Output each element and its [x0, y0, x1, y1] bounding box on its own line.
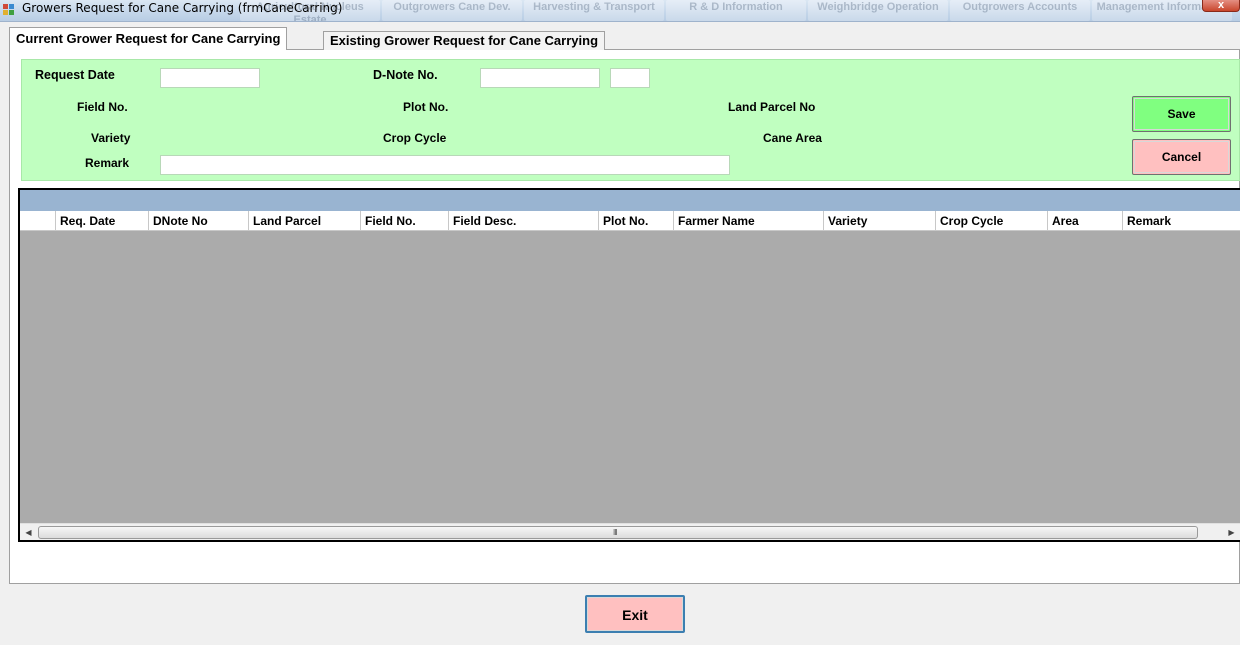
column-header-remark[interactable]: Remark [1122, 211, 1240, 231]
dnote-extra-input[interactable] [610, 68, 650, 88]
column-header-farmer-name[interactable]: Farmer Name [673, 211, 823, 231]
background-menu-item: Outgrowers Cane Dev. [382, 0, 522, 21]
scroll-right-arrow-icon[interactable]: ▶ [1223, 524, 1240, 541]
column-header-crop-cycle[interactable]: Crop Cycle [935, 211, 1047, 231]
cancel-button[interactable]: Cancel [1132, 139, 1231, 175]
column-header-area[interactable]: Area [1047, 211, 1122, 231]
dnote-label: D-Note No. [373, 68, 438, 82]
close-button[interactable]: x [1202, 0, 1240, 12]
background-menu-item: R & D Information [666, 0, 806, 21]
cane-area-label: Cane Area [763, 131, 822, 145]
background-menu-item: Harvesting & Transport [524, 0, 664, 21]
request-date-input[interactable] [160, 68, 260, 88]
scroll-grip-icon: III [613, 528, 618, 537]
request-date-label: Request Date [35, 68, 115, 82]
exit-button[interactable]: Exit [585, 595, 685, 633]
window-titlebar: Agricultural Nucleus Estate Outgrowers C… [0, 0, 1240, 22]
remark-label: Remark [85, 156, 130, 170]
close-icon: x [1217, 0, 1225, 11]
column-header-field-desc[interactable]: Field Desc. [448, 211, 598, 231]
background-menu-item: Weighbridge Operation [808, 0, 948, 21]
land-parcel-label: Land Parcel No [728, 100, 816, 114]
variety-label: Variety [91, 131, 131, 145]
tab-current-request[interactable]: Current Grower Request for Cane Carrying [9, 27, 288, 50]
background-menu-item: Outgrowers Accounts [950, 0, 1090, 21]
row-header-corner[interactable] [20, 211, 55, 231]
app-icon [3, 4, 17, 18]
grid-top-band [20, 190, 1240, 211]
column-header-field-no[interactable]: Field No. [360, 211, 448, 231]
scrollbar-thumb[interactable]: III [38, 526, 1198, 539]
tab-existing-request[interactable]: Existing Grower Request for Cane Carryin… [323, 31, 606, 50]
column-header-req-date[interactable]: Req. Date [55, 211, 148, 231]
column-header-variety[interactable]: Variety [823, 211, 935, 231]
remark-input[interactable] [160, 155, 730, 175]
plot-no-label: Plot No. [403, 100, 449, 114]
background-menu-strip: Agricultural Nucleus Estate Outgrowers C… [240, 0, 1234, 21]
column-header-dnote-no[interactable]: DNote No [148, 211, 248, 231]
scroll-left-arrow-icon[interactable]: ◀ [20, 524, 37, 541]
crop-cycle-label: Crop Cycle [383, 131, 447, 145]
save-button[interactable]: Save [1132, 96, 1231, 132]
dnote-input[interactable] [480, 68, 600, 88]
window-title: Growers Request for Cane Carrying (frmCa… [22, 1, 343, 15]
column-header-land-parcel[interactable]: Land Parcel [248, 211, 360, 231]
column-header-plot-no[interactable]: Plot No. [598, 211, 673, 231]
requests-grid[interactable]: Req. Date DNote No Land Parcel Field No.… [18, 188, 1240, 542]
field-no-label: Field No. [77, 100, 128, 114]
grid-header: Req. Date DNote No Land Parcel Field No.… [20, 211, 1240, 231]
grid-horizontal-scrollbar[interactable]: ◀ III ▶ [20, 523, 1240, 540]
